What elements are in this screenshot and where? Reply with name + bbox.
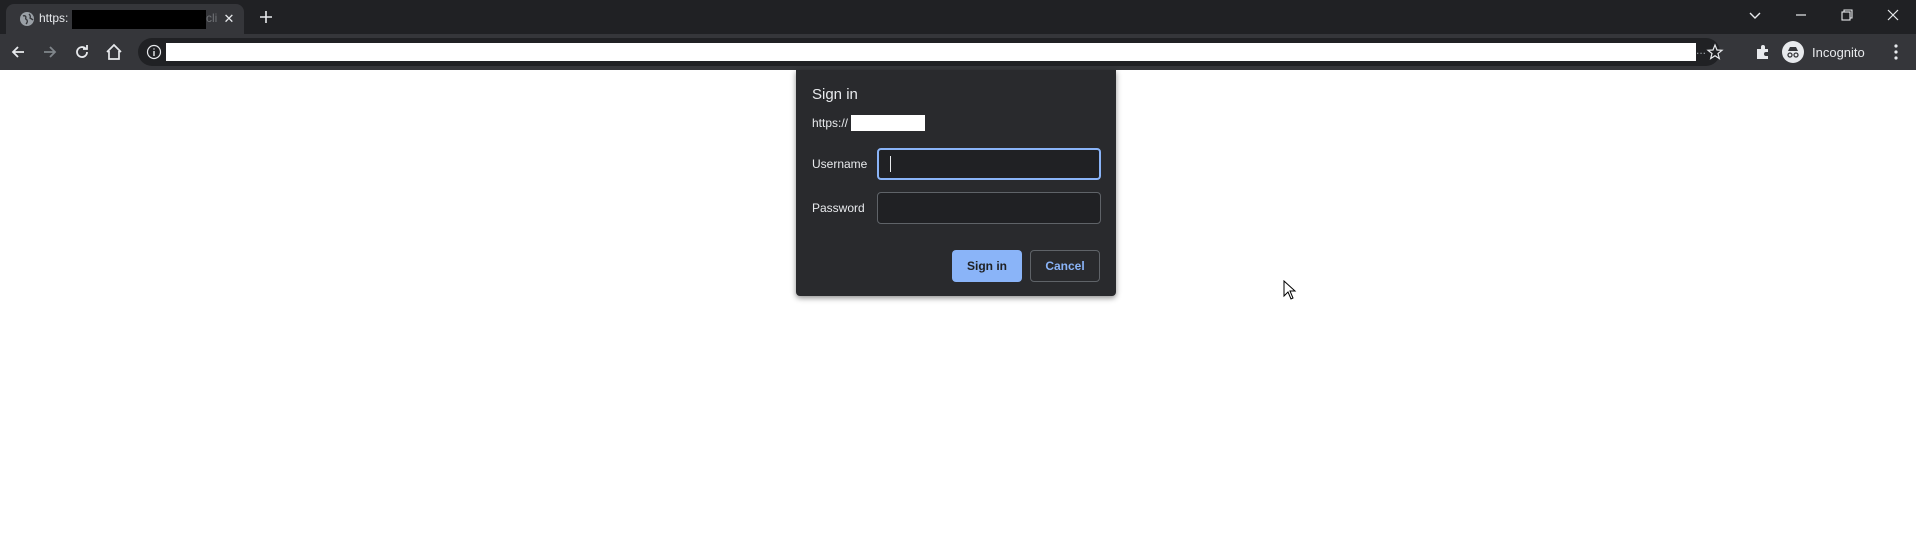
tab-title: https:	[39, 11, 69, 25]
plus-icon[interactable]	[256, 7, 276, 27]
kebab-menu-icon[interactable]	[1886, 42, 1906, 62]
cancel-button[interactable]: Cancel	[1030, 250, 1100, 282]
home-icon[interactable]	[104, 42, 124, 62]
browser-tab[interactable]: https: cli ✕	[6, 4, 244, 34]
info-icon[interactable]	[146, 44, 162, 60]
puzzle-icon[interactable]	[1753, 42, 1773, 62]
globe-icon	[20, 12, 34, 26]
tab-title-fade: cli	[206, 11, 218, 25]
password-field[interactable]	[877, 192, 1101, 224]
tab-strip: https: cli ✕	[0, 0, 1916, 34]
username-field[interactable]	[877, 148, 1101, 180]
back-arrow-icon[interactable]	[8, 42, 28, 62]
username-label: Username	[812, 157, 868, 171]
sign-in-dialog: Sign in https:// Username Password Sign …	[796, 70, 1116, 296]
mouse-pointer-icon	[1283, 280, 1297, 300]
tab-close-icon[interactable]: ✕	[221, 11, 237, 27]
close-icon[interactable]	[1882, 4, 1904, 26]
minimize-icon[interactable]	[1790, 4, 1812, 26]
redacted-tab-title	[72, 10, 206, 29]
browser-toolbar: ... Incognito	[0, 34, 1916, 70]
text-caret	[890, 156, 891, 172]
sign-in-button[interactable]: Sign in	[952, 250, 1022, 282]
url-ellipsis: ...	[1696, 43, 1707, 57]
address-bar[interactable]: ...	[138, 38, 1724, 66]
tab-search-icon[interactable]	[1744, 4, 1766, 26]
incognito-icon	[1782, 41, 1804, 63]
reload-icon[interactable]	[72, 42, 92, 62]
redacted-origin	[851, 115, 925, 131]
restore-icon[interactable]	[1836, 4, 1858, 26]
password-label: Password	[812, 201, 865, 215]
redacted-url[interactable]	[166, 43, 1696, 61]
star-icon[interactable]	[1706, 43, 1724, 61]
dialog-origin: https://	[812, 116, 849, 130]
profile-button[interactable]: Incognito	[1782, 39, 1865, 65]
dialog-title: Sign in	[812, 86, 858, 103]
forward-arrow-icon[interactable]	[40, 42, 60, 62]
profile-label: Incognito	[1812, 44, 1865, 60]
